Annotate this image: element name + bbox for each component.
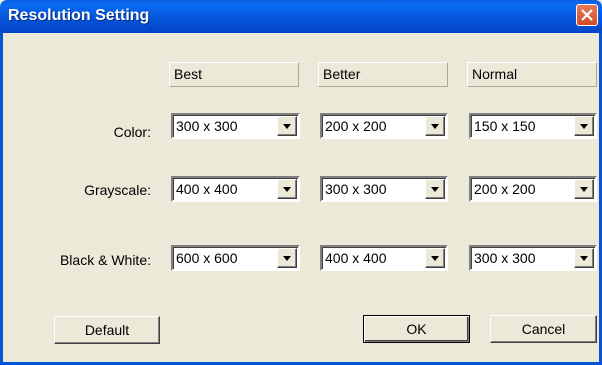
column-header-best: Best bbox=[169, 62, 299, 87]
chevron-down-icon bbox=[431, 124, 439, 129]
dropdown-value: 300 x 300 bbox=[325, 181, 387, 197]
dropdown-value: 400 x 400 bbox=[176, 181, 238, 197]
close-icon bbox=[581, 9, 593, 21]
dropdown-value: 200 x 200 bbox=[325, 118, 387, 134]
dropdown-value: 600 x 600 bbox=[176, 250, 238, 266]
ok-button[interactable]: OK bbox=[363, 315, 470, 343]
row-label-grayscale: Grayscale: bbox=[84, 182, 151, 198]
bw-better-dropdown[interactable]: 400 x 400 bbox=[320, 245, 448, 271]
dropdown-value: 300 x 300 bbox=[176, 118, 238, 134]
cancel-button[interactable]: Cancel bbox=[490, 315, 597, 343]
color-better-dropdown[interactable]: 200 x 200 bbox=[320, 113, 448, 139]
window-frame-left bbox=[0, 33, 3, 365]
bw-best-dropdown[interactable]: 600 x 600 bbox=[171, 245, 300, 271]
dropdown-arrow-button[interactable] bbox=[425, 248, 445, 268]
dropdown-arrow-button[interactable] bbox=[425, 179, 445, 199]
column-header-better: Better bbox=[318, 62, 448, 87]
grayscale-better-dropdown[interactable]: 300 x 300 bbox=[320, 176, 448, 202]
chevron-down-icon bbox=[283, 124, 291, 129]
dropdown-arrow-button[interactable] bbox=[277, 248, 297, 268]
color-best-dropdown[interactable]: 300 x 300 bbox=[171, 113, 300, 139]
color-normal-dropdown[interactable]: 150 x 150 bbox=[469, 113, 597, 139]
dropdown-arrow-button[interactable] bbox=[277, 179, 297, 199]
chevron-down-icon bbox=[580, 256, 588, 261]
bw-normal-dropdown[interactable]: 300 x 300 bbox=[469, 245, 597, 271]
chevron-down-icon bbox=[283, 187, 291, 192]
dropdown-arrow-button[interactable] bbox=[574, 179, 594, 199]
dropdown-arrow-button[interactable] bbox=[574, 116, 594, 136]
dropdown-value: 300 x 300 bbox=[474, 250, 536, 266]
default-button[interactable]: Default bbox=[54, 316, 160, 344]
grayscale-normal-dropdown[interactable]: 200 x 200 bbox=[469, 176, 597, 202]
dropdown-value: 150 x 150 bbox=[474, 118, 536, 134]
dropdown-arrow-button[interactable] bbox=[425, 116, 445, 136]
dropdown-value: 400 x 400 bbox=[325, 250, 387, 266]
row-label-black-white: Black & White: bbox=[59, 252, 151, 268]
grayscale-best-dropdown[interactable]: 400 x 400 bbox=[171, 176, 300, 202]
close-button[interactable] bbox=[576, 4, 598, 26]
row-label-color: Color: bbox=[113, 124, 151, 140]
dropdown-arrow-button[interactable] bbox=[574, 248, 594, 268]
dropdown-value: 200 x 200 bbox=[474, 181, 536, 197]
window-title: Resolution Setting bbox=[8, 7, 150, 24]
chevron-down-icon bbox=[580, 187, 588, 192]
dropdown-arrow-button[interactable] bbox=[277, 116, 297, 136]
column-header-normal: Normal bbox=[467, 62, 597, 87]
chevron-down-icon bbox=[431, 187, 439, 192]
chevron-down-icon bbox=[431, 256, 439, 261]
chevron-down-icon bbox=[283, 256, 291, 261]
chevron-down-icon bbox=[580, 124, 588, 129]
title-bar[interactable]: Resolution Setting bbox=[0, 0, 602, 33]
